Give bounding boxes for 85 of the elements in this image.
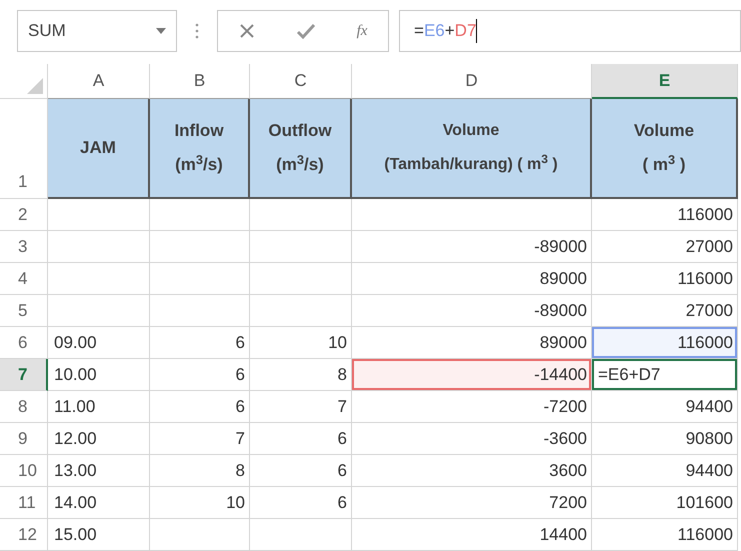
table-cell[interactable]: 14400 xyxy=(352,519,592,551)
table-cell[interactable]: 116000 xyxy=(592,519,738,551)
table-cell[interactable]: 27000 xyxy=(592,231,738,263)
row-header[interactable]: 8 xyxy=(0,391,48,423)
header-cell: Volume ( m$^{3}$ ) xyxy=(592,99,738,199)
table-cell[interactable]: =E6+D7 xyxy=(592,359,738,391)
header-cell: Outflow (m$^{3}$/s) xyxy=(250,99,352,199)
table-cell[interactable] xyxy=(250,231,352,263)
table-cell[interactable]: 6 xyxy=(150,391,250,423)
table-cell[interactable]: 101600 xyxy=(592,487,738,519)
table-cell[interactable]: 94400 xyxy=(592,391,738,423)
table-cell[interactable]: 11.00 xyxy=(48,391,150,423)
row-header[interactable]: 5 xyxy=(0,295,48,327)
table-cell[interactable] xyxy=(48,295,150,327)
table-cell[interactable]: 6 xyxy=(250,423,352,455)
table-cell[interactable]: 6 xyxy=(250,487,352,519)
table-cell[interactable]: 10 xyxy=(150,487,250,519)
select-all-corner[interactable] xyxy=(0,64,48,99)
table-cell[interactable] xyxy=(250,199,352,231)
table-cell[interactable] xyxy=(150,231,250,263)
table-cell[interactable] xyxy=(352,199,592,231)
table-cell[interactable]: 8 xyxy=(250,359,352,391)
table-cell[interactable]: 13.00 xyxy=(48,455,150,487)
row-header[interactable]: 12 xyxy=(0,519,48,551)
table-cell[interactable]: -3600 xyxy=(352,423,592,455)
name-box[interactable]: SUM xyxy=(17,10,177,52)
formula-token: D7 xyxy=(454,20,476,42)
close-icon[interactable] xyxy=(238,23,255,39)
table-cell[interactable]: 89000 xyxy=(352,327,592,359)
text-cursor xyxy=(476,19,478,43)
dropdown-icon xyxy=(156,28,166,34)
triangle-icon xyxy=(27,78,43,94)
table-cell[interactable]: 15.00 xyxy=(48,519,150,551)
table-cell[interactable]: -7200 xyxy=(352,391,592,423)
table-cell[interactable]: 116000 xyxy=(592,263,738,295)
table-cell[interactable] xyxy=(150,519,250,551)
table-cell[interactable] xyxy=(250,263,352,295)
checkmark-icon[interactable] xyxy=(296,23,316,39)
drag-handle-icon[interactable] xyxy=(195,23,199,39)
row-header[interactable]: 3 xyxy=(0,231,48,263)
table-cell[interactable] xyxy=(250,295,352,327)
header-cell: Inflow (m$^{3}$/s) xyxy=(150,99,250,199)
table-cell[interactable]: 3600 xyxy=(352,455,592,487)
formula-token: E6 xyxy=(424,20,445,42)
table-cell[interactable]: 6 xyxy=(250,455,352,487)
table-cell[interactable]: 8 xyxy=(150,455,250,487)
table-cell[interactable]: 6 xyxy=(150,327,250,359)
table-cell[interactable]: -89000 xyxy=(352,295,592,327)
table-cell[interactable]: 10.00 xyxy=(48,359,150,391)
header-cell: Volume (Tambah/kurang) ( m$^{3}$ ) xyxy=(352,99,592,199)
row-header[interactable]: 4 xyxy=(0,263,48,295)
table-cell[interactable]: 116000 xyxy=(592,327,738,359)
table-cell[interactable]: 7 xyxy=(150,423,250,455)
table-cell[interactable] xyxy=(48,231,150,263)
table-cell[interactable] xyxy=(150,263,250,295)
insert-function-button[interactable]: fx xyxy=(356,20,368,42)
table-cell[interactable]: 09.00 xyxy=(48,327,150,359)
table-cell[interactable]: 90800 xyxy=(592,423,738,455)
table-cell[interactable] xyxy=(150,199,250,231)
table-cell[interactable]: 89000 xyxy=(352,263,592,295)
header-cell: JAM xyxy=(48,99,150,199)
table-cell[interactable]: 7 xyxy=(250,391,352,423)
row-header[interactable]: 11 xyxy=(0,487,48,519)
table-cell[interactable]: 27000 xyxy=(592,295,738,327)
table-cell[interactable]: 6 xyxy=(150,359,250,391)
row-header[interactable]: 7 xyxy=(0,359,48,391)
table-cell[interactable]: -89000 xyxy=(352,231,592,263)
formula-token: = xyxy=(414,20,424,42)
table-cell[interactable] xyxy=(48,199,150,231)
row-header[interactable]: 2 xyxy=(0,199,48,231)
table-cell[interactable]: 12.00 xyxy=(48,423,150,455)
row-header[interactable]: 10 xyxy=(0,455,48,487)
table-cell[interactable] xyxy=(150,295,250,327)
table-cell[interactable]: 7200 xyxy=(352,487,592,519)
formula-token: + xyxy=(444,20,455,42)
table-cell[interactable]: 10 xyxy=(250,327,352,359)
table-cell[interactable]: 94400 xyxy=(592,455,738,487)
table-cell[interactable]: 116000 xyxy=(592,199,738,231)
table-cell[interactable]: -14400 xyxy=(352,359,592,391)
row-header[interactable]: 9 xyxy=(0,423,48,455)
formula-input[interactable]: =E6+D7 xyxy=(399,10,741,52)
column-header[interactable]: E xyxy=(592,64,738,99)
table-cell[interactable]: 14.00 xyxy=(48,487,150,519)
table-cell[interactable] xyxy=(48,263,150,295)
table-cell[interactable] xyxy=(250,519,352,551)
